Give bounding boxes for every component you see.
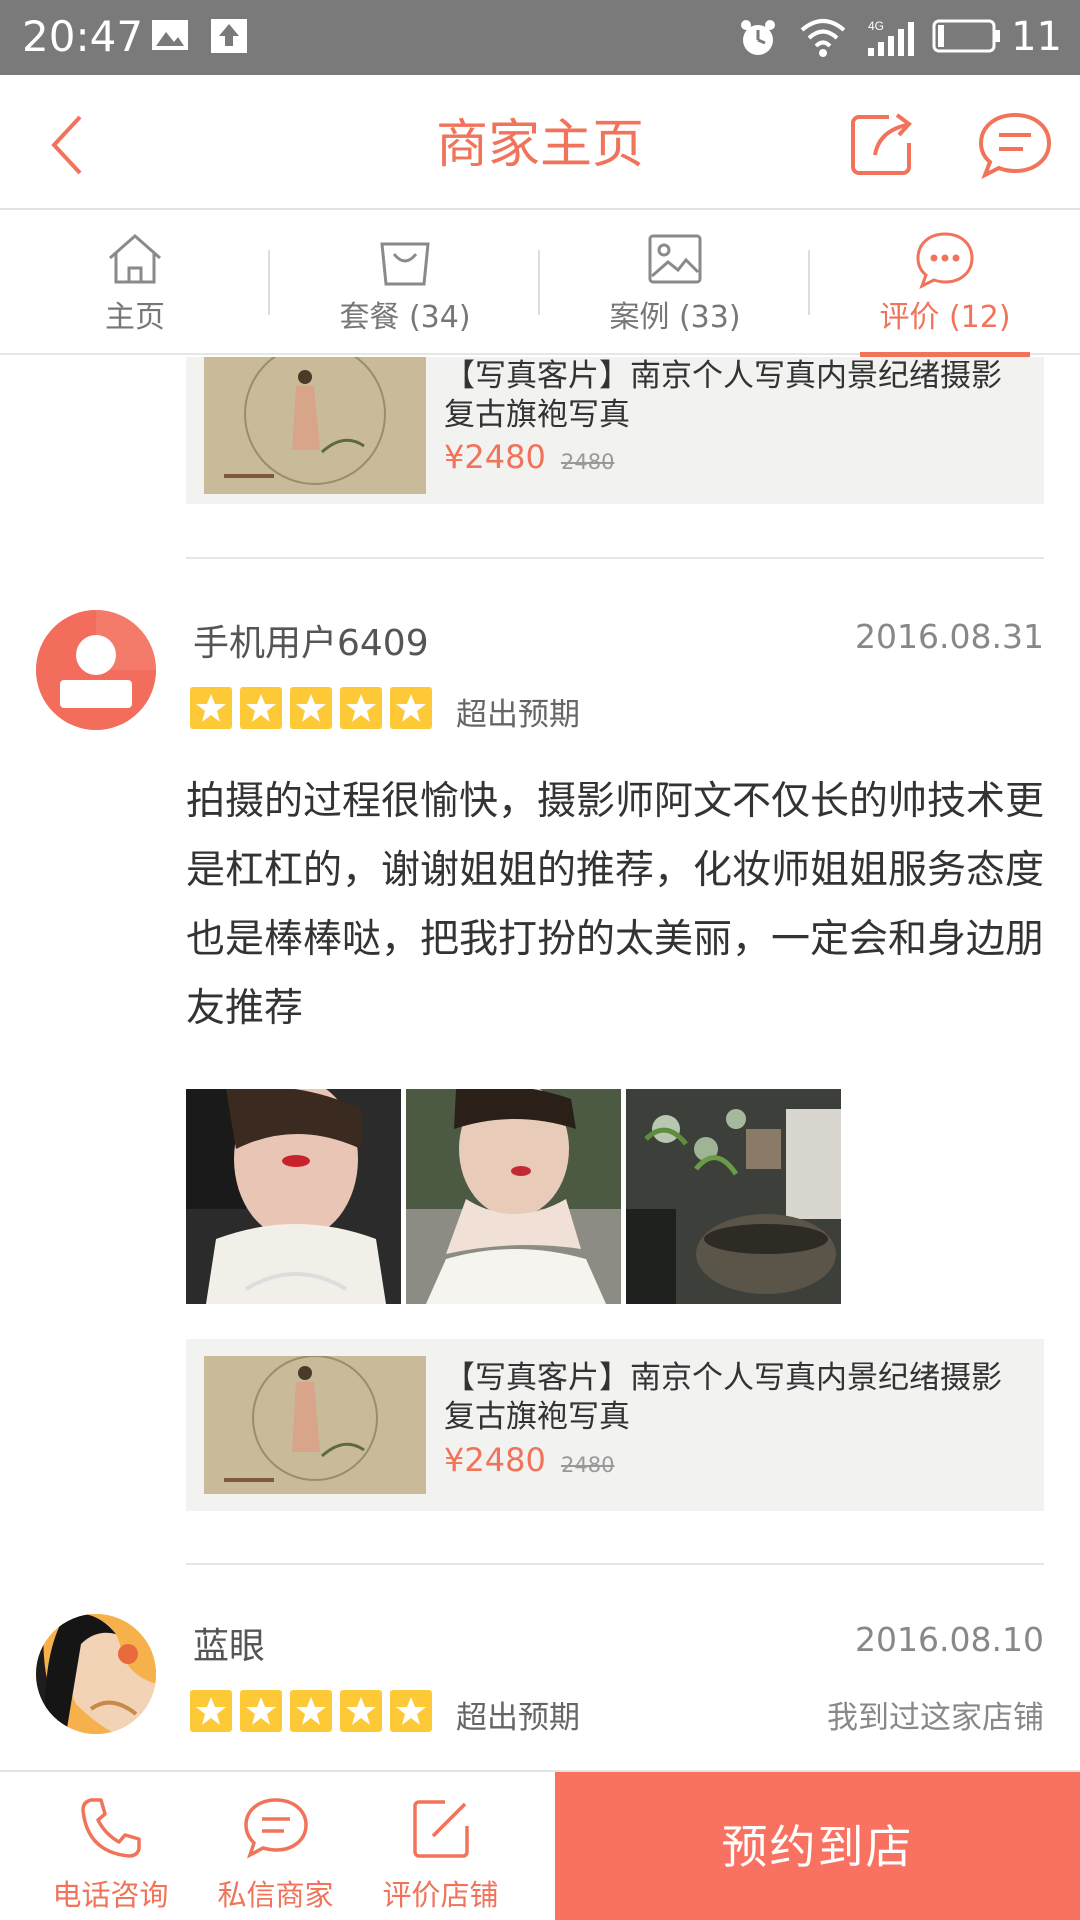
reviewer-name[interactable]: 蓝眼: [193, 1617, 265, 1669]
status-bar: 20:47 4G 11: [0, 0, 1080, 75]
home-icon: [109, 234, 161, 284]
review-label: 评价店铺: [382, 1878, 499, 1912]
star-icon: [340, 687, 382, 729]
rating-tag: 超出预期: [456, 1700, 580, 1736]
review-date: 2016.08.10: [855, 1620, 1044, 1659]
package-original-price: 2480: [561, 450, 615, 474]
package-name: 【写真客片】南京个人写真内景纪绪摄影复古旗袍写真: [444, 358, 1002, 433]
tab-cases[interactable]: 案例 (33): [540, 210, 810, 355]
review-photo[interactable]: [626, 1089, 841, 1304]
share-button[interactable]: [845, 105, 925, 185]
review-text: 拍摄的过程很愉快，摄影师阿文不仅长的帅技术更是杠杠的，谢谢姐姐的推荐，化妆师姐姐…: [186, 779, 1045, 1031]
rating-tag: 超出预期: [456, 697, 580, 733]
battery-icon: [932, 18, 1002, 58]
tab-label: 套餐 (34): [339, 300, 471, 335]
review-date: 2016.08.31: [855, 617, 1044, 656]
image-icon: [648, 234, 702, 284]
package-thumbnail: [204, 357, 426, 494]
review-photo[interactable]: [186, 1089, 401, 1304]
star-icon: [390, 1690, 432, 1732]
star-icon: [290, 1690, 332, 1732]
chat-bubble-icon: [978, 112, 1052, 180]
edit-icon: [412, 1800, 469, 1858]
merchant-tabs: 主页 套餐 (34) 案例 (33) 评价 (12): [0, 210, 1080, 357]
write-review-button[interactable]: 评价店铺: [358, 1772, 523, 1920]
avatar[interactable]: [36, 610, 156, 730]
bag-icon: [380, 242, 430, 286]
gallery-icon: [150, 18, 190, 56]
message-merchant-button[interactable]: 私信商家: [193, 1772, 358, 1920]
share-icon: [851, 113, 912, 175]
star-icon: [240, 687, 282, 729]
tab-reviews[interactable]: 评价 (12): [810, 210, 1080, 357]
call-button[interactable]: 电话咨询: [28, 1772, 193, 1920]
call-label: 电话咨询: [52, 1878, 169, 1912]
comment-icon: [916, 232, 974, 290]
svg-text:4G: 4G: [868, 19, 884, 33]
package-price: ¥2480: [444, 1441, 546, 1479]
status-time: 20:47: [22, 12, 144, 61]
review-divider: [186, 1563, 1044, 1565]
upload-icon: [210, 18, 248, 58]
reviewer-name[interactable]: 手机用户6409: [193, 614, 429, 666]
package-card[interactable]: 【写真客片】南京个人写真内景纪绪摄影复古旗袍写真 ¥2480 2480: [186, 1339, 1044, 1511]
tab-label: 评价 (12): [879, 300, 1011, 335]
package-card[interactable]: 【写真客片】南京个人写真内景纪绪摄影复古旗袍写真 ¥2480 2480: [186, 357, 1044, 504]
star-icon: [290, 687, 332, 729]
star-rating: [190, 687, 440, 731]
tab-home[interactable]: 主页: [0, 210, 270, 355]
visited-badge: 我到过这家店铺: [827, 1700, 1044, 1736]
star-rating: [190, 1690, 440, 1734]
message-button[interactable]: [975, 105, 1055, 185]
avatar[interactable]: [36, 1614, 156, 1734]
alarm-icon: [738, 18, 778, 62]
star-icon: [190, 1690, 232, 1732]
book-visit-button[interactable]: 预约到店: [555, 1772, 1080, 1920]
package-name: 【写真客片】南京个人写真内景纪绪摄影复古旗袍写真: [444, 1360, 1002, 1435]
review-divider: [186, 557, 1044, 559]
phone-icon: [80, 1798, 141, 1858]
app-header: 商家主页: [0, 75, 1080, 210]
review-list[interactable]: 【写真客片】南京个人写真内景纪绪摄影复古旗袍写真 ¥2480 2480 手机用户…: [0, 357, 1080, 1770]
signal-icon: 4G: [866, 18, 918, 62]
tab-label: 案例 (33): [609, 300, 741, 335]
package-price: ¥2480: [444, 438, 546, 476]
user-avatar-icon: [36, 610, 156, 730]
star-icon: [240, 1690, 282, 1732]
package-thumbnail: [204, 1356, 426, 1494]
user-avatar-image: [36, 1614, 156, 1734]
chat-bubble-icon: [243, 1798, 308, 1859]
star-icon: [190, 687, 232, 729]
review-photo[interactable]: [406, 1089, 621, 1304]
message-label: 私信商家: [217, 1878, 334, 1912]
tab-packages[interactable]: 套餐 (34): [270, 210, 540, 355]
star-icon: [390, 687, 432, 729]
battery-level: 11: [1011, 14, 1062, 60]
star-icon: [340, 1690, 382, 1732]
wifi-icon: [800, 18, 846, 62]
bottom-action-bar: 电话咨询 私信商家 评价店铺 预约到店: [0, 1770, 1080, 1920]
package-original-price: 2480: [561, 1453, 615, 1477]
tab-label: 主页: [105, 300, 165, 335]
